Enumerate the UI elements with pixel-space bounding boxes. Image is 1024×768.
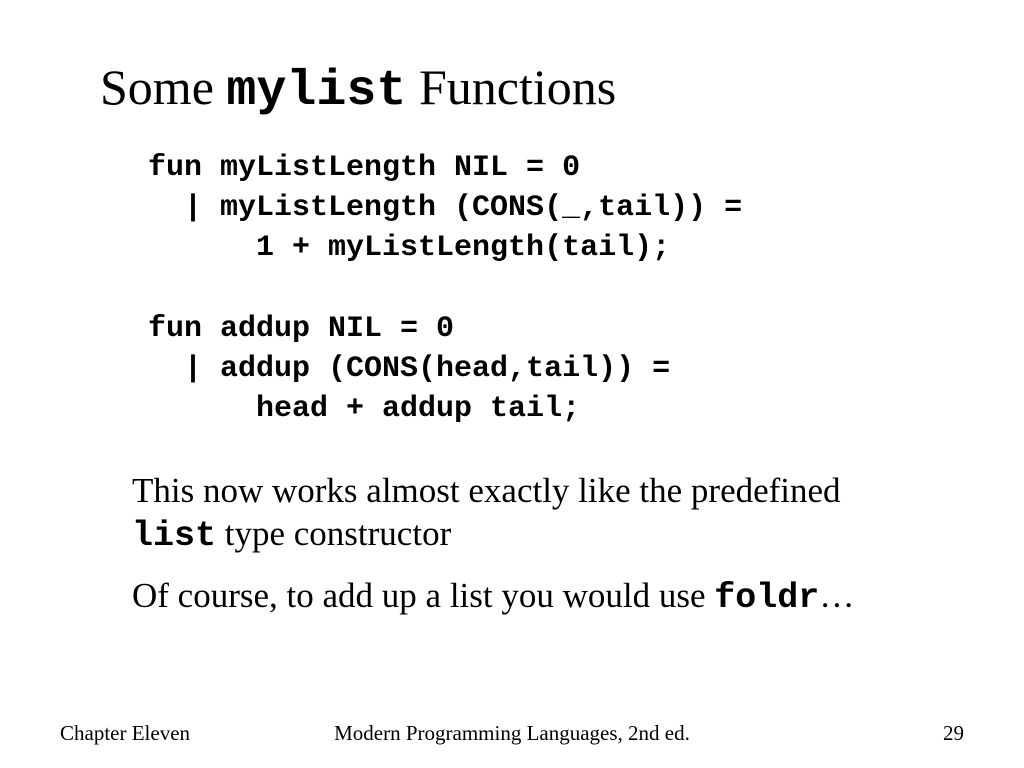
footer-left: Chapter Eleven: [60, 721, 190, 746]
slide-footer: Chapter Eleven Modern Programming Langua…: [60, 721, 964, 746]
bullet-pre: This now works almost exactly like the p…: [132, 471, 841, 510]
bullet-icon: [102, 470, 132, 480]
title-mono: mylist: [226, 63, 406, 120]
bullet-mono: list: [132, 516, 216, 556]
bullet-mono: foldr: [714, 578, 819, 618]
title-post: Functions: [406, 59, 616, 115]
bullet-text: This now works almost exactly like the p…: [132, 470, 922, 557]
code-block: fun myListLength NIL = 0 | myListLength …: [148, 148, 742, 429]
bullet-post: type constructor: [216, 514, 451, 553]
footer-right: 29: [943, 721, 964, 746]
list-item: Of course, to add up a list you would us…: [102, 575, 922, 620]
footer-center: Modern Programming Languages, 2nd ed.: [60, 721, 964, 746]
bullet-list: This now works almost exactly like the p…: [102, 470, 922, 638]
list-item: This now works almost exactly like the p…: [102, 470, 922, 557]
bullet-text: Of course, to add up a list you would us…: [132, 575, 854, 620]
slide: Some mylist Functions fun myListLength N…: [0, 0, 1024, 768]
bullet-pre: Of course, to add up a list you would us…: [132, 576, 714, 615]
slide-title: Some mylist Functions: [100, 58, 616, 120]
bullet-icon: [102, 575, 132, 585]
title-pre: Some: [100, 59, 226, 115]
bullet-post: …: [819, 576, 854, 615]
